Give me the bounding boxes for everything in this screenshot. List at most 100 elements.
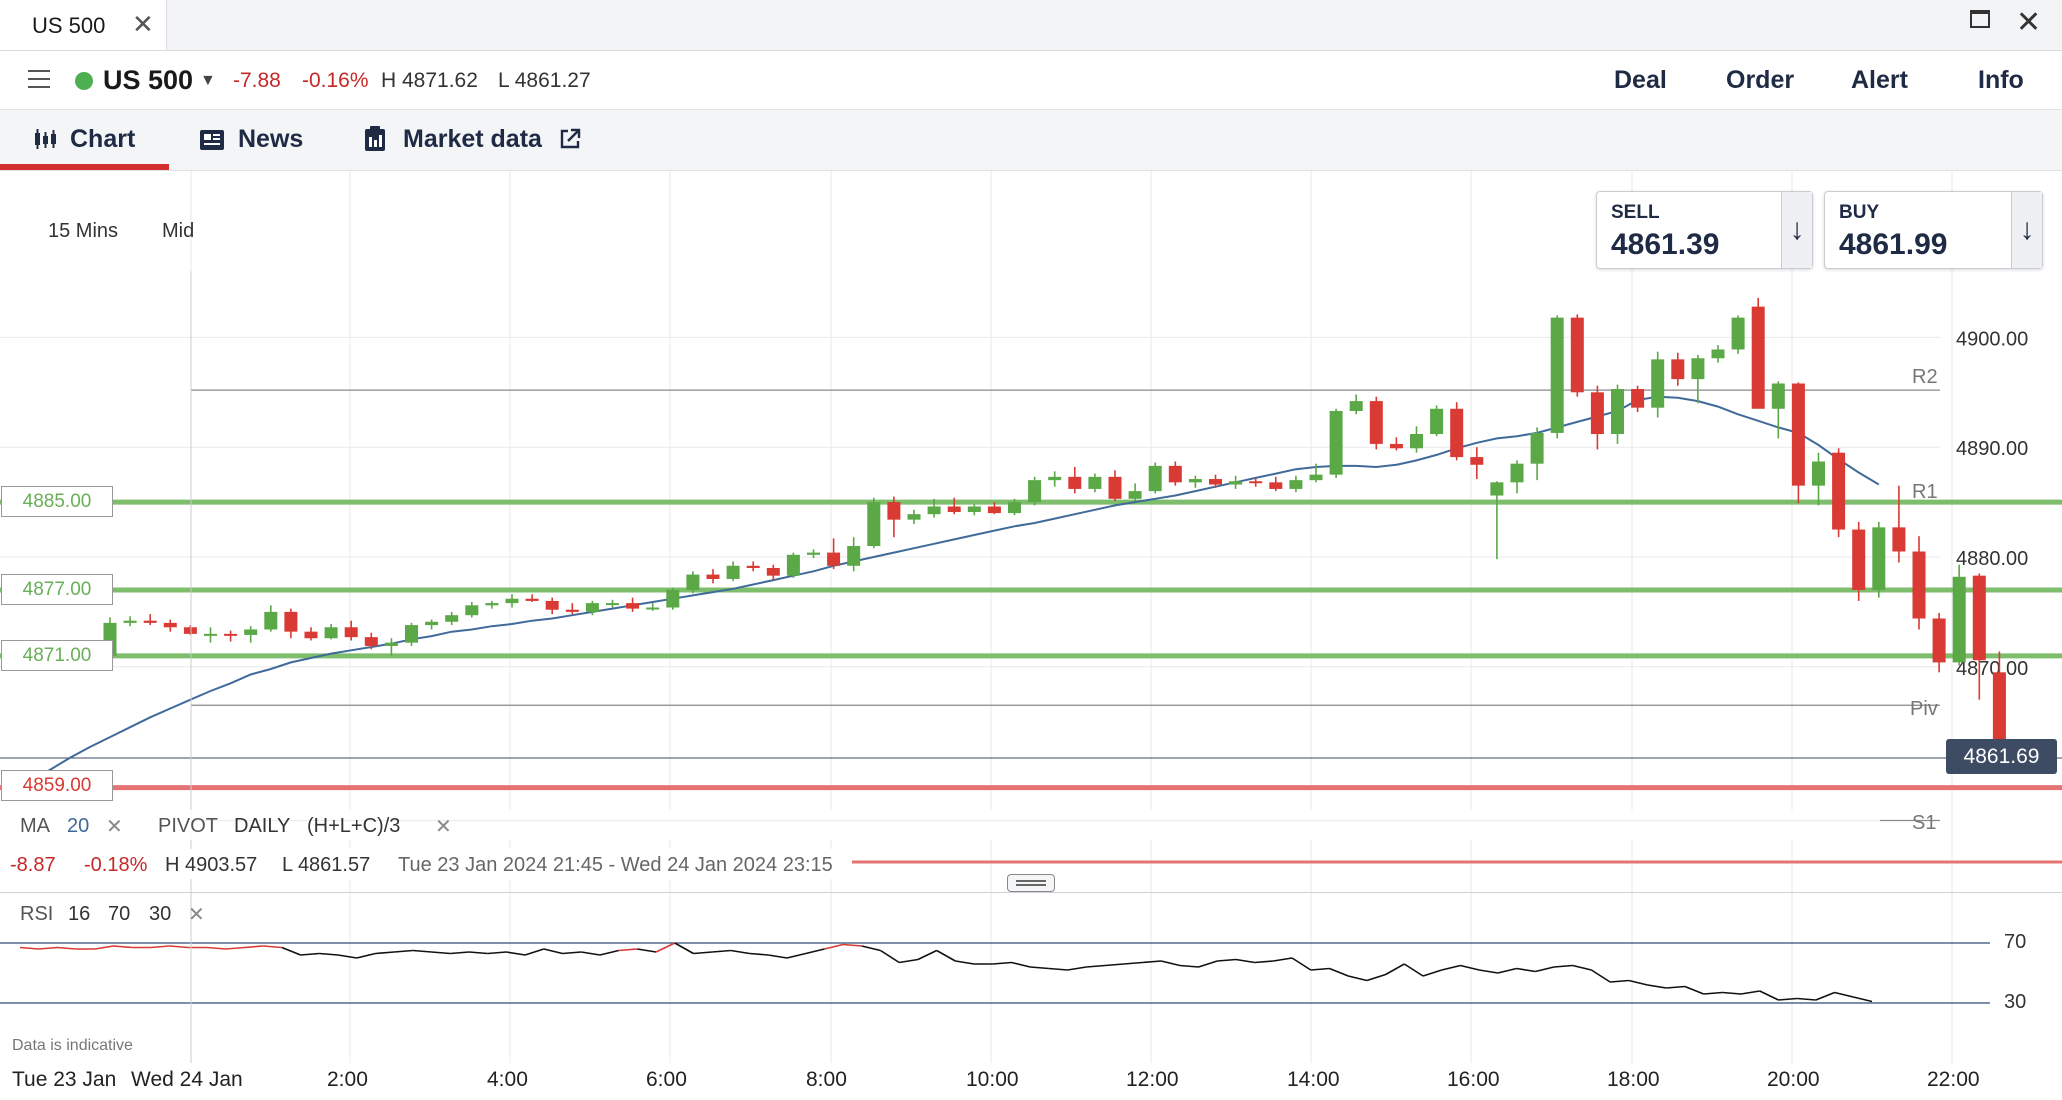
rsi-line-segment [1030,966,1049,970]
tab-chart[interactable]: Chart [70,125,135,154]
rsi-line-segment [207,946,226,950]
rsi-line-segment [524,948,545,956]
candle-body [1631,389,1645,408]
remove-pivot-icon[interactable]: ✕ [435,814,452,839]
pivot-label: PIVOT [158,815,219,837]
pane-resize-handle[interactable] [1007,874,1055,892]
maximize-icon[interactable] [1970,10,1990,28]
rsi-line-segment [450,951,470,955]
rsi-line-segment [1235,958,1255,964]
rsi-line-segment [1740,990,1760,995]
candle-body [384,642,398,646]
pivot-label-s1: S1 [1912,812,1937,834]
candle-body [1289,480,1303,489]
candle-body [766,567,780,576]
candle-body [1369,401,1383,444]
close-tab-icon[interactable]: ✕ [132,9,154,40]
info-button[interactable]: Info [1978,66,2024,95]
candle-body [706,574,720,579]
rsi-line-segment [1310,967,1330,971]
rsi-line-segment [412,949,432,953]
rsi-period[interactable]: 16 [68,903,90,926]
remove-ma-icon[interactable]: ✕ [106,814,123,839]
candle-body [987,506,1001,514]
candle-body [545,600,559,610]
chevron-down-icon[interactable]: ▼ [200,72,216,90]
rsi-line-segment [1610,979,1629,983]
buy-button[interactable]: BUY 4861.99 ↓ [1824,191,2043,269]
rsi-line-segment [674,942,694,955]
candle-body [887,502,901,520]
pivot-period[interactable]: DAILY [234,815,290,838]
pivot-formula: (H+L+C)/3 [307,815,401,837]
sell-price: 4861.39 [1611,228,1720,261]
candle-body [1530,432,1544,464]
rsi-line-segment [1403,963,1424,977]
arrow-down-icon[interactable]: ↓ [2011,192,2042,268]
candle-body [1008,502,1021,514]
time-axis-label: Wed 24 Jan [131,1068,243,1091]
view-tabs [0,110,2062,171]
candle-body [1389,443,1403,449]
candle-body [1450,408,1464,458]
rsi-lower[interactable]: 30 [149,903,171,926]
candle-body [746,565,760,568]
candle-body [1249,481,1263,484]
candlestick-icon [35,129,56,149]
rsi-line-segment [1067,966,1087,971]
remove-rsi-icon[interactable]: ✕ [188,902,205,927]
window-tab-bar [0,0,2062,51]
order-button[interactable]: Order [1726,66,1794,95]
arrow-down-icon[interactable]: ↓ [1781,192,1812,268]
tab-news[interactable]: News [238,125,303,154]
day-high: H 4871.62 [381,69,478,92]
rsi-line-segment [1647,984,1667,989]
level-tag-4871[interactable]: 4871.00 [1,640,113,671]
candle-body [1691,358,1705,380]
rsi-line-segment [300,952,320,956]
candle-body [565,609,579,612]
ma-period[interactable]: 20 [67,815,89,838]
rsi-line-segment [1684,985,1704,995]
rsi-axis-30: 30 [2004,991,2027,1013]
level-tag-4859[interactable]: 4859.00 [1,770,113,801]
sell-button[interactable]: SELL 4861.39 ↓ [1596,191,1813,269]
rsi-line-segment [94,945,114,950]
candle-body [1912,551,1926,619]
close-window-icon[interactable]: ✕ [2016,5,2041,40]
candle-body [224,633,238,636]
rsi-line-segment [375,951,395,955]
tab-market-data[interactable]: Market data [403,125,542,154]
pane-separator [0,892,2062,893]
rsi-line-segment [749,952,769,956]
candle-body [1751,306,1765,409]
alert-button[interactable]: Alert [1851,66,1908,95]
price-mode-selector[interactable]: Mid [162,220,194,243]
candle-body [264,611,278,630]
level-tag-4877[interactable]: 4877.00 [1,574,113,605]
rsi-line-segment [1104,963,1124,967]
buy-label: BUY [1839,202,1880,223]
time-axis-label: 14:00 [1287,1068,1340,1091]
level-tag-4885[interactable]: 4885.00 [1,486,113,517]
hamburger-menu-icon[interactable] [28,70,50,88]
rsi-line-segment [1160,960,1181,967]
rsi-line-segment [1460,964,1480,971]
external-link-icon[interactable] [559,128,581,150]
timeframe-selector[interactable]: 15 Mins [48,220,118,243]
candle-body [1651,359,1665,408]
ma-label: MA [20,815,50,837]
instrument-name[interactable]: US 500 [103,65,193,96]
rsi-line-segment [1291,957,1312,971]
candle-body [1671,359,1685,380]
range-low: L 4861.57 [282,854,371,876]
rsi-upper[interactable]: 70 [108,903,130,926]
price-chart[interactable]: 4900.00 4890.00 4880.00 4870.00 [0,171,2062,1100]
time-axis-label: 20:00 [1767,1068,1820,1091]
rsi-line-segment [1516,967,1536,973]
deal-button[interactable]: Deal [1614,66,1667,95]
rsi-line-segment [487,951,507,955]
window-tab-title[interactable]: US 500 [32,13,105,39]
candle-body [1972,575,1986,661]
rsi-line-segment [337,954,357,959]
